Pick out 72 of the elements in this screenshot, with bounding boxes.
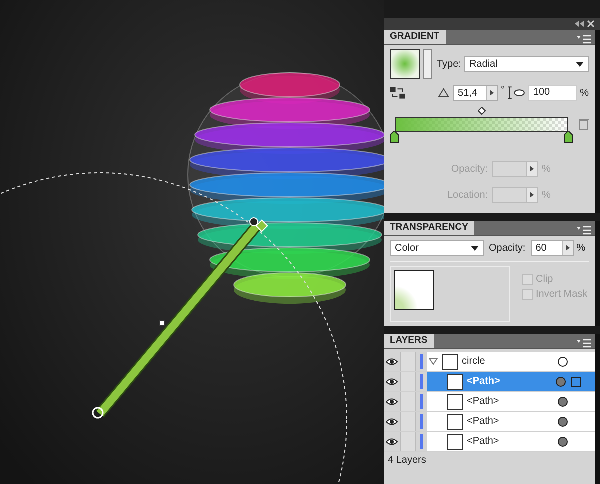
gradient-swatch-icon — [390, 49, 420, 79]
layer-count: 4 Layers — [388, 455, 426, 466]
target-icon[interactable] — [557, 416, 569, 428]
layer-name: <Path> — [467, 376, 502, 387]
aspect-ratio-field[interactable]: 100 — [528, 85, 578, 101]
layer-row[interactable]: <Path> — [427, 432, 595, 451]
angle-field[interactable]: 51,4 — [453, 85, 498, 101]
percent-unit: % — [542, 164, 551, 174]
reverse-gradient-icon — [390, 86, 406, 100]
object-thumbnail — [394, 270, 434, 310]
layer-thumbnail — [447, 414, 463, 430]
visibility-eye-icon[interactable] — [386, 438, 398, 446]
type-dropdown[interactable]: Radial — [464, 56, 589, 72]
layer-thumbnail — [442, 354, 458, 370]
panel-tab[interactable]: LAYERS — [384, 334, 434, 348]
layer-row[interactable]: <Path> — [427, 412, 595, 431]
location-label: Location: — [446, 190, 488, 200]
visibility-eye-icon[interactable] — [386, 378, 398, 386]
opacity-label: Opacity: — [489, 242, 526, 254]
layer-thumbnail — [447, 434, 463, 450]
percent-unit: % — [580, 88, 589, 98]
target-icon[interactable] — [557, 356, 569, 368]
gradient-slider[interactable] — [390, 107, 573, 145]
blend-mode-dropdown[interactable]: Color — [390, 240, 484, 256]
target-icon[interactable] — [557, 396, 569, 408]
color-stop-handle[interactable] — [390, 131, 399, 143]
checkbox-label: Invert Mask — [536, 289, 588, 300]
percent-unit: % — [542, 190, 551, 200]
lock-toggle[interactable] — [401, 372, 416, 391]
lock-toggle[interactable] — [401, 392, 416, 411]
layer-name: <Path> — [467, 416, 500, 427]
panel-menu-icon — [577, 339, 591, 348]
visibility-eye-icon[interactable] — [386, 418, 398, 426]
panel-tab[interactable]: GRADIENT — [384, 30, 446, 44]
visibility-eye-icon[interactable] — [386, 398, 398, 406]
collapse-close-icon — [574, 19, 596, 29]
layer-name: <Path> — [467, 436, 500, 447]
swatch-dropdown-button[interactable] — [423, 49, 432, 79]
layer-color-bar — [420, 414, 423, 429]
opacity-label: Opacity: — [450, 164, 488, 174]
midpoint-handle[interactable] — [478, 107, 486, 115]
opacity-field[interactable]: 60 — [530, 240, 574, 256]
disclosure-triangle-icon[interactable] — [429, 358, 438, 365]
trash-icon — [579, 118, 589, 131]
visibility-eye-icon[interactable] — [386, 358, 398, 366]
checkbox[interactable] — [522, 274, 533, 285]
layer-color-bar — [420, 434, 423, 449]
layer-color-bar — [420, 374, 423, 389]
degree-unit: ° — [501, 85, 506, 96]
layer-thumbnail — [447, 374, 463, 390]
panel-tab[interactable]: TRANSPARENCY — [384, 221, 474, 235]
selection-indicator[interactable] — [571, 376, 581, 386]
layer-color-bar — [420, 394, 423, 409]
panel-menu-icon — [577, 35, 591, 44]
layer-name: <Path> — [467, 396, 500, 407]
layer-row[interactable]: circle — [427, 352, 595, 371]
percent-unit: % — [576, 242, 586, 254]
layer-thumbnail — [447, 394, 463, 410]
layer-name: circle — [462, 356, 486, 367]
color-stop-handle[interactable] — [564, 131, 573, 143]
type-label: Type: — [437, 58, 462, 70]
layer-color-bar — [420, 354, 423, 369]
angle-icon — [438, 88, 450, 98]
target-icon[interactable] — [557, 436, 569, 448]
panel-menu-icon — [577, 226, 591, 235]
lock-toggle[interactable] — [401, 432, 416, 451]
checkbox[interactable] — [522, 289, 533, 300]
lock-toggle[interactable] — [401, 412, 416, 431]
checkbox-label: Clip — [536, 274, 554, 285]
lock-toggle[interactable] — [401, 352, 416, 371]
layer-row[interactable]: <Path> — [427, 392, 595, 411]
aspect-ratio-icon — [508, 86, 526, 100]
